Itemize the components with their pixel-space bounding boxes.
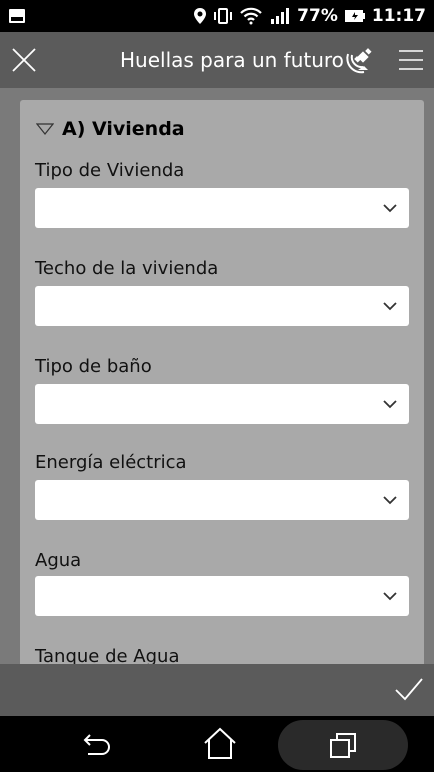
- notification-icon: [9, 9, 25, 23]
- select-bano[interactable]: [35, 384, 409, 424]
- signal-icon: [271, 8, 290, 24]
- select-agua[interactable]: [35, 576, 409, 616]
- close-icon[interactable]: [10, 46, 38, 74]
- chevron-down-icon: [383, 204, 397, 213]
- select-tipo-vivienda[interactable]: [35, 188, 409, 228]
- battery-percent: 77%: [297, 6, 338, 26]
- form-content[interactable]: A) Vivienda Tipo de Vivienda Techo de la…: [0, 88, 434, 664]
- location-icon: [194, 8, 207, 24]
- status-bar: 77% 11:17: [0, 0, 434, 32]
- collapse-triangle-icon[interactable]: [36, 123, 54, 135]
- select-energia[interactable]: [35, 480, 409, 520]
- field-label-energia: Energía eléctrica: [35, 452, 187, 473]
- battery-icon: [344, 10, 365, 22]
- clock: 11:17: [371, 6, 426, 26]
- chevron-down-icon: [383, 400, 397, 409]
- section-card: A) Vivienda Tipo de Vivienda Techo de la…: [20, 100, 424, 664]
- chevron-down-icon: [383, 592, 397, 601]
- section-title: A) Vivienda: [62, 118, 185, 140]
- field-label-tipo-vivienda: Tipo de Vivienda: [35, 160, 185, 181]
- home-icon[interactable]: [202, 726, 238, 760]
- vibrate-icon: [214, 8, 233, 24]
- field-label-techo: Techo de la vivienda: [35, 258, 219, 279]
- recent-apps-icon[interactable]: [328, 731, 358, 759]
- app-title: Huellas para un futuro: [120, 48, 344, 72]
- check-icon[interactable]: [394, 676, 424, 702]
- menu-icon[interactable]: [398, 48, 424, 72]
- field-label-agua: Agua: [35, 550, 82, 571]
- chevron-down-icon: [383, 302, 397, 311]
- chevron-down-icon: [383, 496, 397, 505]
- action-bar: [0, 664, 434, 716]
- section-header[interactable]: A) Vivienda: [36, 118, 185, 140]
- wifi-icon: [240, 7, 262, 25]
- select-techo[interactable]: [35, 286, 409, 326]
- back-icon[interactable]: [82, 730, 112, 758]
- system-nav-bar: [0, 716, 434, 772]
- field-label-bano: Tipo de baño: [35, 356, 152, 377]
- app-bar: Huellas para un futuro: [0, 32, 434, 88]
- gps-icon[interactable]: [344, 44, 376, 76]
- field-label-tanque: Tanque de Agua: [35, 646, 180, 664]
